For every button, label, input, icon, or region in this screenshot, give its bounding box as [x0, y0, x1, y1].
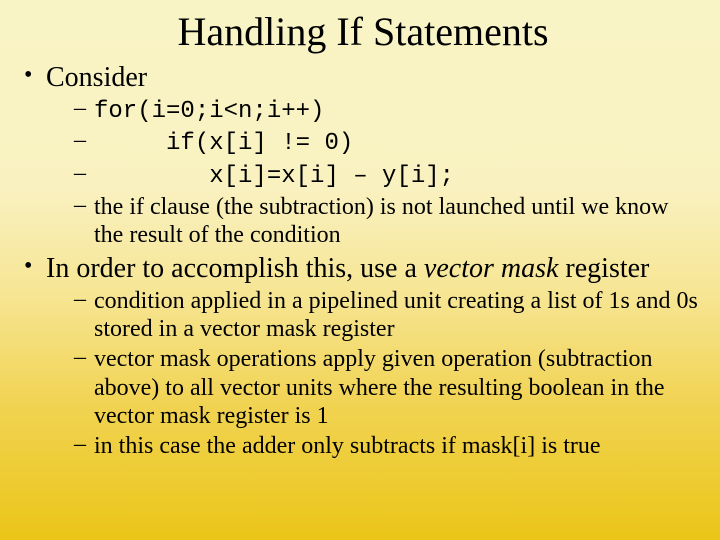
sub-bullet-adder: in this case the adder only subtracts if…: [74, 432, 702, 460]
bullet-text: Consider: [46, 62, 147, 93]
slide: Handling If Statements Consider for(i=0;…: [0, 0, 720, 540]
sub-bullet-operations: vector mask operations apply given opera…: [74, 345, 702, 430]
sub-list: condition applied in a pipelined unit cr…: [46, 287, 702, 461]
bullet-text: in this case the adder only subtracts if…: [94, 433, 601, 459]
code-text: if(x[i] != 0): [94, 130, 353, 157]
bullet-text-pre: In order to accomplish this, use a: [46, 253, 424, 284]
code-text: x[i]=x[i] – y[i];: [94, 163, 454, 190]
code-text: for(i=0;i<n;i++): [94, 98, 324, 125]
code-line-assign: x[i]=x[i] – y[i];: [74, 161, 702, 191]
bullet-text: vector mask operations apply given opera…: [94, 346, 665, 429]
sub-list: for(i=0;i<n;i++) if(x[i] != 0) x[i]=x[i]…: [46, 96, 702, 250]
bullet-consider: Consider for(i=0;i<n;i++) if(x[i] != 0) …: [24, 61, 702, 250]
bullet-text-post: register: [558, 253, 649, 284]
bullet-text-em: vector mask: [424, 253, 559, 284]
bullet-vector-mask: In order to accomplish this, use a vecto…: [24, 252, 702, 461]
bullet-text: the if clause (the subtraction) is not l…: [94, 194, 669, 248]
sub-bullet-condition: condition applied in a pipelined unit cr…: [74, 287, 702, 344]
code-line-if: if(x[i] != 0): [74, 128, 702, 158]
bullet-text: condition applied in a pipelined unit cr…: [94, 288, 698, 342]
code-line-for: for(i=0;i<n;i++): [74, 96, 702, 126]
slide-title: Handling If Statements: [24, 8, 702, 55]
bullet-list: Consider for(i=0;i<n;i++) if(x[i] != 0) …: [24, 61, 702, 461]
sub-bullet-ifclause: the if clause (the subtraction) is not l…: [74, 193, 702, 250]
